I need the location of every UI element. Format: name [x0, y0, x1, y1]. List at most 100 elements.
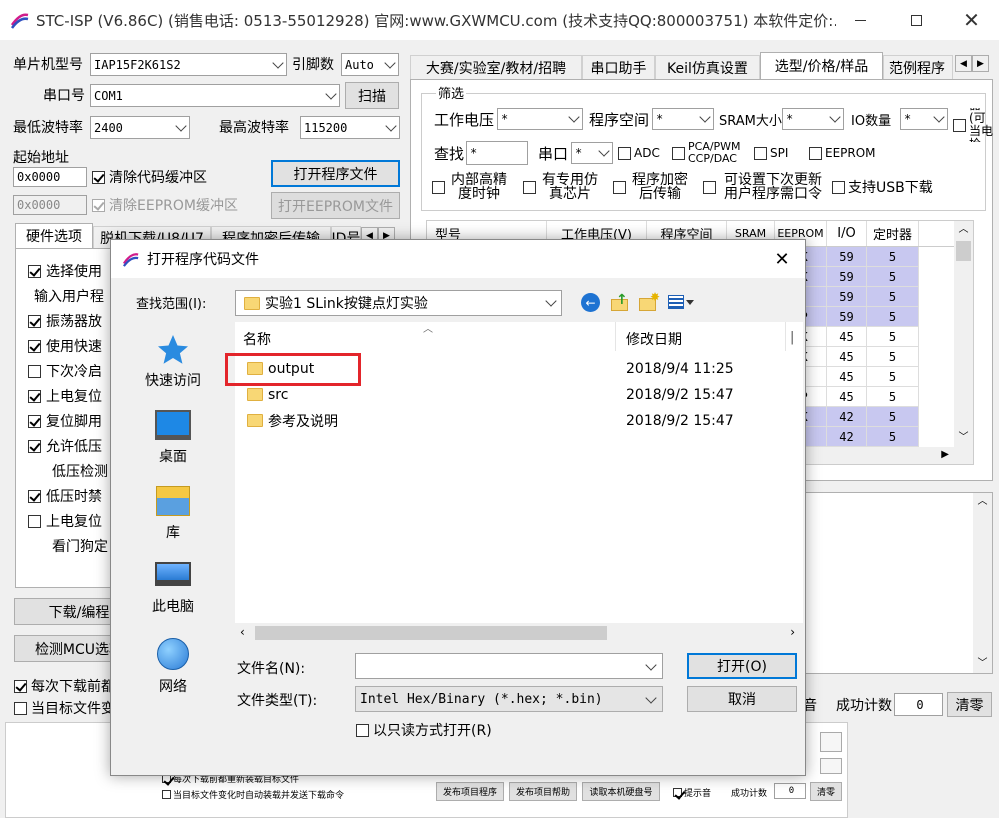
clear-eeprom-option[interactable]: 清除EEPROM缓冲区 [92, 195, 238, 215]
tab-hardware-options[interactable]: 硬件选项 [15, 223, 93, 248]
addr1-input[interactable]: 0x0000 [13, 167, 87, 187]
column-divider[interactable] [615, 322, 616, 351]
comparator-option[interactable]: 比较器(可当电检测) [953, 108, 993, 142]
scroll-up-icon[interactable]: ︿ [954, 221, 973, 239]
hardware-option-item[interactable]: 允许低压 [28, 436, 102, 456]
hardware-option-checkbox[interactable] [28, 414, 41, 428]
network-item[interactable]: 网络 [111, 638, 235, 696]
tab-serial-assistant[interactable]: 串口助手 [582, 55, 655, 79]
column-header-date[interactable]: 修改日期 [626, 327, 682, 351]
scroll-thumb[interactable] [956, 241, 971, 261]
cancel-button[interactable]: 取消 [687, 686, 797, 712]
bg-beep-option[interactable]: 提示音 [673, 785, 711, 799]
column-header-type-partial[interactable]: | [790, 330, 794, 345]
tab-left-arrow-icon[interactable]: ◀ [955, 55, 972, 72]
voltage-select[interactable]: * [497, 108, 583, 130]
bg-publish-project-button[interactable]: 发布项目程序 [436, 782, 504, 801]
eeprom-checkbox[interactable] [809, 146, 822, 160]
filetype-dropdown-icon[interactable] [645, 692, 657, 704]
pca-checkbox[interactable] [672, 146, 685, 160]
back-icon[interactable]: ← [581, 293, 600, 312]
library-item[interactable]: 库 [111, 486, 235, 542]
port-select[interactable]: COM1 [90, 84, 340, 107]
emulator-checkbox[interactable] [523, 180, 536, 194]
hardware-option-checkbox[interactable] [28, 514, 41, 528]
lookin-select[interactable]: 实验1 SLink按键点灯实验 [235, 290, 562, 316]
clear-code-option[interactable]: 清除代码缓冲区 [92, 167, 207, 187]
right-tab-scroller[interactable]: ◀ ▶ [955, 55, 989, 72]
file-list-item[interactable]: 参考及说明 2018/9/2 15:47 [235, 408, 803, 433]
maximize-button[interactable] [888, 0, 944, 40]
table-vscroll[interactable]: ︿ ﹀ [954, 221, 973, 447]
hardware-option-item[interactable]: 上电复位 [28, 511, 102, 531]
bg-auto-reload-checkbox[interactable] [162, 789, 171, 799]
bg-clear-button[interactable]: 清零 [810, 782, 842, 801]
internal-clock-option[interactable]: 内部高精度时钟 [432, 172, 510, 202]
hscroll-thumb[interactable] [255, 626, 607, 640]
readonly-checkbox[interactable] [356, 723, 369, 737]
tab-selection-price[interactable]: 选型/价格/样品 [760, 52, 883, 79]
filename-dropdown-icon[interactable] [645, 659, 657, 671]
bg-read-disk-button[interactable]: 读取本机硬盘号 [582, 782, 660, 801]
reload-each-option[interactable]: 每次下载前都 [14, 677, 115, 695]
open-program-button[interactable]: 打开程序文件 [271, 160, 400, 187]
flash-select[interactable]: * [652, 108, 714, 130]
log-scrollbar[interactable]: ︿ ﹀ [973, 493, 992, 673]
usb-download-option[interactable]: 支持USB下载 [832, 178, 933, 196]
hardware-option-item[interactable]: 选择使用 [28, 261, 102, 281]
hardware-option-checkbox[interactable] [28, 314, 41, 328]
dialog-close-button[interactable]: ✕ [759, 240, 805, 278]
clear-count-button[interactable]: 清零 [947, 692, 992, 717]
hardware-option-checkbox[interactable] [28, 339, 41, 353]
open-eeprom-button[interactable]: 打开EEPROM文件 [271, 192, 400, 219]
hardware-option-item[interactable]: 振荡器放 [28, 311, 102, 331]
user-password-option[interactable]: 可设置下次更新用户程序需口令 [703, 172, 827, 202]
eeprom-option[interactable]: EEPROM [809, 144, 876, 162]
log-scroll-down-icon[interactable]: ﹀ [973, 655, 992, 673]
hardware-option-checkbox[interactable] [28, 489, 41, 503]
view-menu-icon[interactable] [668, 294, 700, 310]
hardware-option-item[interactable]: 复位脚用 [28, 411, 102, 431]
minimize-button[interactable] [832, 0, 888, 40]
column-header-name[interactable]: 名称 [243, 327, 271, 351]
emulator-option[interactable]: 有专用仿真芯片 [523, 172, 601, 202]
comparator-checkbox[interactable] [953, 118, 966, 132]
max-baud-select[interactable]: 115200 [300, 116, 400, 139]
up-folder-icon[interactable]: ↑ [610, 292, 630, 312]
desktop-item[interactable]: 桌面 [111, 410, 235, 466]
adc-checkbox[interactable] [618, 146, 631, 160]
spi-option[interactable]: SPI [754, 144, 788, 162]
column-divider[interactable] [785, 322, 786, 351]
scan-button[interactable]: 扫描 [345, 82, 399, 109]
tab-keil-settings[interactable]: Keil仿真设置 [655, 55, 760, 79]
quick-access-item[interactable]: 快速访问 [111, 332, 235, 390]
header-io[interactable]: I/O [827, 221, 867, 246]
tab-contest[interactable]: 大赛/实验室/教材/招聘 [410, 55, 582, 79]
auto-reload-option[interactable]: 当目标文件变 [14, 699, 115, 717]
auto-reload-checkbox[interactable] [14, 701, 27, 715]
hardware-option-item[interactable]: 上电复位 [28, 386, 102, 406]
header-timer[interactable]: 定时器 [867, 221, 919, 246]
min-baud-select[interactable]: 2400 [90, 116, 190, 139]
bg-beep-checkbox[interactable] [673, 787, 682, 797]
log-scroll-up-icon[interactable]: ︿ [973, 493, 992, 511]
hardware-option-item[interactable]: 下次冷启 [28, 361, 102, 381]
hardware-option-item[interactable]: 使用快速 [28, 336, 102, 356]
tab-examples[interactable]: 范例程序 [883, 55, 953, 79]
usb-download-checkbox[interactable] [832, 180, 845, 194]
search-input[interactable]: * [466, 141, 528, 165]
bg-auto-reload-option[interactable]: 当目标文件变化时自动装载并发送下载命令 [162, 787, 344, 801]
scroll-down-icon[interactable]: ﹀ [954, 429, 973, 447]
reload-each-checkbox[interactable] [14, 679, 27, 693]
user-password-checkbox[interactable] [703, 180, 716, 194]
internal-clock-checkbox[interactable] [432, 180, 445, 194]
io-select[interactable]: * [900, 108, 948, 130]
clear-code-checkbox[interactable] [92, 170, 105, 184]
hscroll-right-icon[interactable]: › [790, 625, 795, 639]
hscrollbar[interactable]: ‹ › [235, 623, 803, 643]
pins-select[interactable]: Auto [341, 53, 399, 76]
new-folder-icon[interactable]: ✸ [638, 290, 660, 312]
adc-option[interactable]: ADC [618, 144, 660, 162]
bg-publish-help-button[interactable]: 发布项目帮助 [509, 782, 577, 801]
mcu-type-select[interactable]: IAP15F2K61S2 [90, 53, 287, 76]
